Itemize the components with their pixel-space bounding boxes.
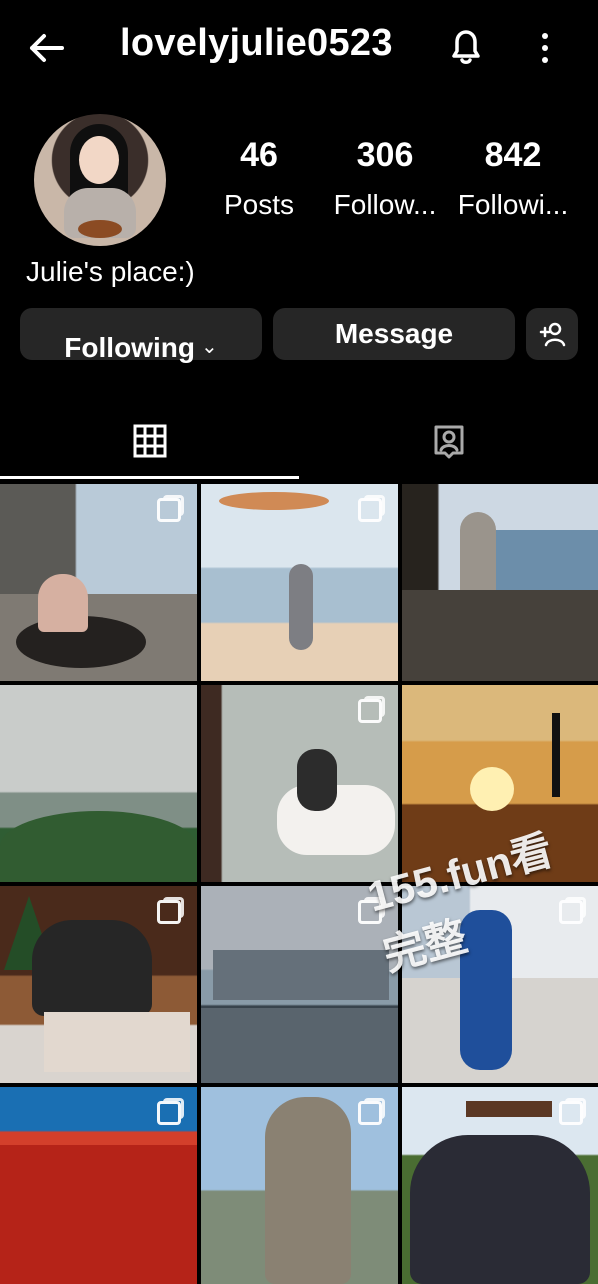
- multiple-photos-icon: [358, 696, 385, 723]
- post-thumbnail[interactable]: [201, 1087, 398, 1284]
- person-shape: [289, 564, 313, 650]
- more-vertical-icon[interactable]: [530, 30, 560, 66]
- signboard-shape: [466, 1101, 552, 1117]
- following-label: Followi...: [457, 188, 569, 220]
- post-thumbnail[interactable]: [0, 1087, 197, 1284]
- people-shape: [410, 1135, 590, 1284]
- followers-label: Follow...: [333, 188, 437, 220]
- active-tab-indicator: [0, 476, 299, 479]
- post-thumbnail[interactable]: [0, 484, 197, 681]
- post-thumbnail[interactable]: [402, 1087, 598, 1284]
- rock-formation-shape: [265, 1097, 351, 1284]
- avatar-face: [79, 136, 119, 184]
- following-button-content: Following ⌄: [64, 332, 217, 364]
- hill-shape: [0, 811, 197, 882]
- posts-count: 46: [240, 136, 278, 174]
- post-thumbnail[interactable]: [0, 685, 197, 882]
- following-count: 842: [484, 136, 542, 174]
- followers-count: 306: [356, 136, 414, 174]
- post-thumbnail[interactable]: [201, 685, 398, 882]
- window-ledge-shape: [402, 590, 598, 681]
- add-person-button[interactable]: [526, 308, 578, 360]
- profile-bio: Julie's place:): [26, 256, 195, 287]
- profile-avatar[interactable]: [34, 114, 166, 246]
- tab-tagged[interactable]: [299, 404, 598, 478]
- sun-shape: [470, 767, 514, 811]
- post-thumbnail[interactable]: [402, 484, 598, 681]
- message-button-label: Message: [334, 318, 454, 349]
- multiple-photos-icon: [157, 897, 184, 924]
- top-bar: lovelyjulie0523: [0, 0, 598, 96]
- multiple-photos-icon: [358, 1098, 385, 1125]
- celebration-crowd-shape: [0, 1145, 197, 1284]
- following-button-label: Following: [64, 332, 195, 363]
- chevron-down-icon: ⌄: [200, 335, 218, 358]
- grid-icon: [133, 424, 166, 458]
- person-shape: [297, 749, 337, 811]
- followers-stat[interactable]: 306 Follow...: [330, 136, 440, 221]
- tagged-person-icon: [434, 425, 463, 459]
- people-shape: [32, 920, 152, 1016]
- post-thumbnail[interactable]: [0, 886, 197, 1083]
- posts-stat[interactable]: 46 Posts: [218, 136, 300, 221]
- palm-tree-shape: [552, 713, 560, 797]
- following-stat[interactable]: 842 Followi...: [454, 136, 572, 221]
- skyline-shape: [213, 950, 389, 1000]
- decor-shape: [219, 492, 329, 510]
- food-table-shape: [44, 1012, 190, 1072]
- people-shape: [38, 574, 88, 632]
- message-button[interactable]: Message: [273, 308, 515, 360]
- avatar-food-plate: [78, 220, 122, 238]
- multiple-photos-icon: [358, 495, 385, 522]
- multiple-photos-icon: [559, 1098, 586, 1125]
- tab-posts-grid[interactable]: [0, 404, 299, 478]
- posts-label: Posts: [223, 188, 295, 220]
- post-thumbnail[interactable]: [201, 484, 398, 681]
- bell-icon[interactable]: [446, 26, 486, 68]
- pool-shape: [201, 1008, 398, 1083]
- following-button[interactable]: Following ⌄: [20, 308, 262, 363]
- post-thumbnail[interactable]: [201, 886, 398, 1083]
- back-arrow-icon[interactable]: [24, 28, 68, 68]
- add-person-icon: [539, 322, 566, 347]
- multiple-photos-icon: [157, 495, 184, 522]
- multiple-photos-icon: [157, 1098, 184, 1125]
- profile-tabs: [0, 404, 598, 478]
- profile-username: lovelyjulie0523: [120, 22, 393, 64]
